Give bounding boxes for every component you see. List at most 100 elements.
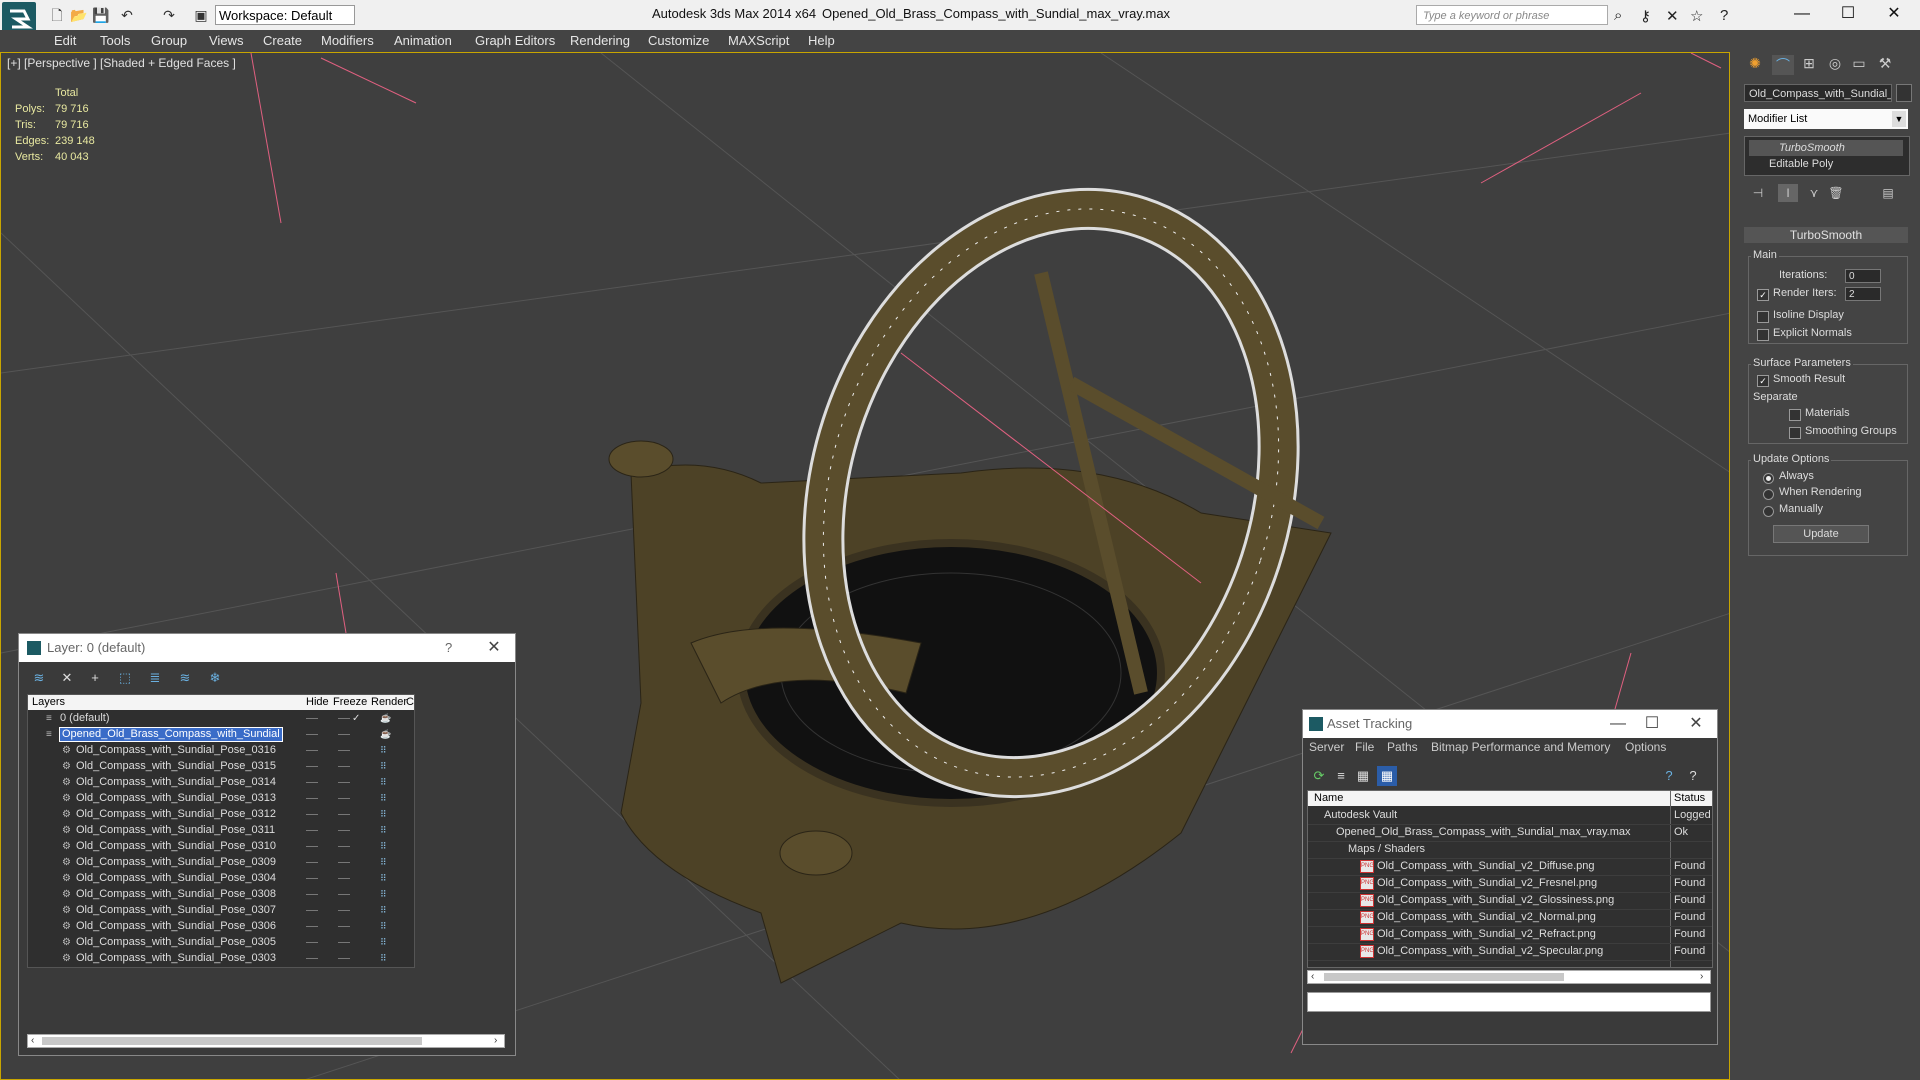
layer-name[interactable]: Opened_Old_Brass_Compass_with_Sundial (59, 727, 283, 742)
scroll-left-icon[interactable]: ‹ (31, 1035, 34, 1047)
create-layer-icon[interactable]: ≋ (29, 668, 49, 688)
scroll-left-icon[interactable]: ‹ (1311, 971, 1314, 983)
layer-row[interactable]: ≡ Opened_Old_Brass_Compass_with_Sundial ☕ (28, 727, 414, 742)
render-toggle-icon[interactable]: ⠿ (380, 842, 388, 851)
freeze-all-layers-icon[interactable]: ❄ (205, 668, 225, 688)
workspace-dropdown[interactable]: Workspace: Default (215, 5, 355, 25)
search-input[interactable]: Type a keyword or phrase (1416, 5, 1608, 25)
freeze-toggle[interactable] (338, 798, 350, 799)
minimize-icon[interactable]: — (1603, 710, 1633, 738)
col-color[interactable]: C (406, 696, 414, 708)
freeze-toggle[interactable] (338, 766, 350, 767)
asset-row[interactable]: Maps / Shaders (1308, 841, 1712, 859)
hold-icon[interactable]: ▣ (192, 6, 210, 24)
menu-options[interactable]: Options (1625, 740, 1666, 754)
col-name[interactable]: Name (1314, 792, 1343, 804)
render-toggle-icon[interactable]: ⠿ (380, 922, 388, 931)
pin-stack-icon[interactable]: ⊣ (1748, 184, 1768, 202)
asset-row[interactable]: PNG Old_Compass_with_Sundial_v2_Diffuse.p… (1308, 858, 1712, 876)
layer-name[interactable]: Old_Compass_with_Sundial_Pose_0303 (76, 952, 276, 965)
layer-name[interactable]: Old_Compass_with_Sundial_Pose_0315 (76, 760, 276, 773)
redo-icon[interactable]: ↷ (160, 6, 178, 24)
hide-all-layers-icon[interactable]: ≋ (175, 668, 195, 688)
menu-tools[interactable]: Tools (100, 33, 130, 48)
create-tab-icon[interactable]: ✺ (1744, 55, 1766, 75)
menu-modifiers[interactable]: Modifiers (321, 33, 374, 48)
layer-row[interactable]: ≡ 0 (default) ✓ ☕ (28, 712, 414, 725)
stack-item-turbosmooth[interactable]: TurboSmooth (1749, 140, 1903, 156)
layer-name[interactable]: Old_Compass_with_Sundial_Pose_0313 (76, 792, 276, 805)
col-freeze[interactable]: Freeze (333, 696, 367, 708)
layer-hscrollbar[interactable]: ‹ › (27, 1034, 505, 1048)
menu-rendering[interactable]: Rendering (570, 33, 630, 48)
layer-name[interactable]: Old_Compass_with_Sundial_Pose_0308 (76, 888, 276, 901)
hide-toggle[interactable] (306, 910, 318, 911)
asset-row[interactable]: PNG Old_Compass_with_Sundial_v2_Refract.p… (1308, 926, 1712, 944)
asset-row[interactable]: PNG Old_Compass_with_Sundial_v2_Fresnel.p… (1308, 875, 1712, 893)
render-toggle-icon[interactable]: ⠿ (380, 778, 388, 787)
table-view-icon[interactable]: ▦ (1377, 766, 1397, 786)
current-layer-check-icon[interactable]: ✓ (352, 712, 360, 725)
layer-name[interactable]: 0 (default) (60, 712, 110, 725)
layer-row[interactable]: ⚙ Old_Compass_with_Sundial_Pose_0308 ⠿ (28, 888, 414, 901)
asset-tracking-titlebar[interactable]: Asset Tracking — ☐ ✕ (1303, 710, 1717, 738)
scroll-right-icon[interactable]: › (494, 1035, 497, 1047)
configure-sets-icon[interactable]: ▤ (1878, 184, 1898, 202)
scroll-thumb[interactable] (1324, 973, 1564, 981)
smoothing-groups-checkbox[interactable] (1789, 427, 1801, 439)
render-toggle-icon[interactable]: ☕ (380, 730, 391, 739)
refresh-icon[interactable]: ⟳ (1309, 766, 1329, 786)
layer-name[interactable]: Old_Compass_with_Sundial_Pose_0311 (76, 824, 275, 837)
menu-paths[interactable]: Paths (1387, 740, 1418, 754)
hide-toggle[interactable] (306, 942, 318, 943)
asset-row[interactable]: PNG Old_Compass_with_Sundial_v2_Glossines… (1308, 892, 1712, 910)
hide-toggle[interactable] (306, 958, 318, 959)
asset-row[interactable]: PNG Old_Compass_with_Sundial_v2_Normal.pn… (1308, 909, 1712, 927)
hide-toggle[interactable] (306, 798, 318, 799)
render-toggle-icon[interactable]: ⠿ (380, 794, 388, 803)
exchange-icon[interactable]: ✕ (1666, 7, 1679, 25)
layer-row[interactable]: ⚙ Old_Compass_with_Sundial_Pose_0307 ⠿ (28, 904, 414, 917)
remove-modifier-icon[interactable]: 🗑 (1826, 184, 1846, 202)
layer-row[interactable]: ⚙ Old_Compass_with_Sundial_Pose_0309 ⠿ (28, 856, 414, 869)
render-toggle-icon[interactable]: ⠿ (380, 826, 388, 835)
col-hide[interactable]: Hide (306, 696, 329, 708)
scroll-thumb[interactable] (42, 1037, 422, 1045)
hide-toggle[interactable] (306, 926, 318, 927)
delete-layer-icon[interactable]: ✕ (57, 668, 77, 688)
freeze-toggle[interactable] (338, 734, 350, 735)
asset-hscrollbar[interactable]: ‹ › (1307, 970, 1711, 984)
layer-row[interactable]: ⚙ Old_Compass_with_Sundial_Pose_0314 ⠿ (28, 776, 414, 789)
col-render[interactable]: Render (371, 696, 407, 708)
menu-help[interactable]: Help (808, 33, 835, 48)
menu-graph-editors[interactable]: Graph Editors (475, 33, 555, 48)
select-objects-icon[interactable]: ⬚ (115, 668, 135, 688)
hide-toggle[interactable] (306, 750, 318, 751)
update-button[interactable]: Update (1773, 525, 1869, 543)
star-icon[interactable]: ☆ (1690, 7, 1703, 25)
render-toggle-icon[interactable]: ⠿ (380, 906, 388, 915)
layer-row[interactable]: ⚙ Old_Compass_with_Sundial_Pose_0311 ⠿ (28, 824, 414, 837)
when-rendering-radio[interactable] (1763, 489, 1774, 500)
minimize-icon[interactable]: — (1780, 2, 1824, 26)
freeze-toggle[interactable] (338, 878, 350, 879)
hide-toggle[interactable] (306, 782, 318, 783)
freeze-toggle[interactable] (338, 862, 350, 863)
render-iters-checkbox[interactable]: ✓ (1757, 289, 1769, 301)
menu-server[interactable]: Server (1309, 740, 1344, 754)
key-icon[interactable]: ⚷ (1640, 7, 1651, 25)
render-iters-spinner[interactable]: 2 (1845, 287, 1881, 301)
menu-views[interactable]: Views (209, 33, 243, 48)
freeze-toggle[interactable] (338, 718, 350, 719)
layer-row[interactable]: ⚙ Old_Compass_with_Sundial_Pose_0312 ⠿ (28, 808, 414, 821)
freeze-toggle[interactable] (338, 926, 350, 927)
hierarchy-tab-icon[interactable]: ⊞ (1798, 55, 1820, 75)
layer-name[interactable]: Old_Compass_with_Sundial_Pose_0305 (76, 936, 276, 949)
help-button[interactable]: ? (445, 634, 452, 662)
hide-toggle[interactable] (306, 830, 318, 831)
render-toggle-icon[interactable]: ⠿ (380, 746, 388, 755)
menu-edit[interactable]: Edit (54, 33, 76, 48)
layer-row[interactable]: ⚙ Old_Compass_with_Sundial_Pose_0315 ⠿ (28, 760, 414, 773)
render-toggle-icon[interactable]: ⠿ (380, 762, 388, 771)
settings-help-icon[interactable]: ? (1683, 766, 1703, 786)
